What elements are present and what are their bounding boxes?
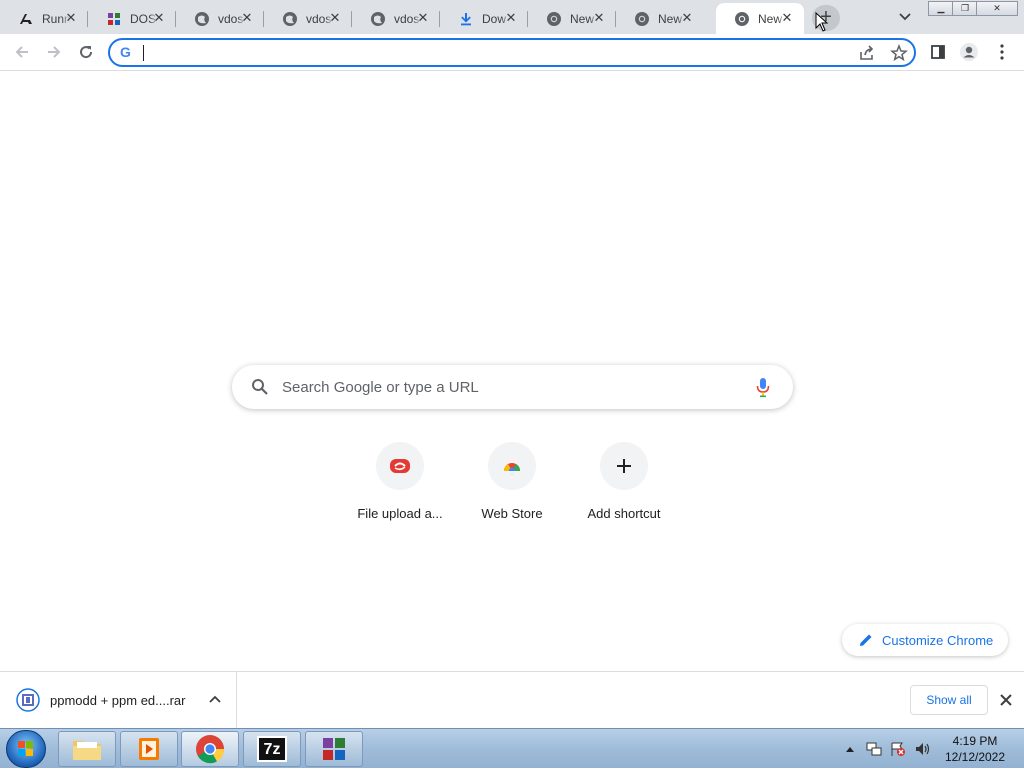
chevron-up-icon[interactable]: [208, 693, 222, 707]
chrome-icon: [734, 11, 750, 27]
clock[interactable]: 4:19 PM 12/12/2022: [936, 733, 1014, 765]
reload-icon: [80, 46, 93, 59]
shortcut-label: File upload a...: [357, 506, 443, 521]
tab-runner[interactable]: Runn ✕: [0, 3, 88, 34]
tab-search-button[interactable]: [895, 8, 915, 26]
profile-button[interactable]: [959, 42, 979, 62]
web-store-icon: [503, 463, 521, 475]
chrome-icon: [196, 735, 225, 764]
chrome-icon: [546, 11, 562, 27]
avatar-icon: [960, 43, 978, 61]
restore-button[interactable]: ❐: [952, 1, 978, 16]
tab-vdos-3[interactable]: vdos ✕: [352, 3, 440, 34]
tab-strip: Runn ✕ DOS ✕ vdos ✕ vdos ✕ vdos ✕ Dow ✕ …: [0, 0, 1024, 34]
media-player-icon: [139, 738, 159, 760]
kebab-menu-icon: [1000, 44, 1004, 60]
close-icon[interactable]: ✕: [152, 11, 166, 25]
tab-new-2[interactable]: New ✕: [616, 3, 704, 34]
windows-logo-icon: [18, 741, 33, 756]
microphone-icon[interactable]: [755, 376, 771, 398]
taskbar: 7z 4:19 PM 12/12/2022: [0, 728, 1024, 768]
back-button[interactable]: [12, 42, 32, 62]
close-icon[interactable]: ✕: [780, 11, 794, 25]
dosbox-icon: [323, 738, 345, 760]
download-filename: ppmodd + ppm ed....rar: [50, 692, 186, 708]
google-g-icon: G: [120, 44, 131, 60]
reload-button[interactable]: [76, 42, 96, 62]
tab-vdos-2[interactable]: vdos ✕: [264, 3, 352, 34]
close-icon[interactable]: ✕: [504, 11, 518, 25]
close-icon[interactable]: ✕: [416, 11, 430, 25]
toolbar: G: [0, 34, 1024, 71]
tab-vdos-1[interactable]: vdos ✕: [176, 3, 264, 34]
bookmark-star-icon[interactable]: [890, 43, 908, 62]
close-icon[interactable]: ✕: [328, 11, 342, 25]
text-caret: [143, 45, 144, 61]
download-icon: [458, 11, 474, 27]
close-icon[interactable]: ✕: [240, 11, 254, 25]
runner-icon: [18, 11, 34, 27]
shortcut-add[interactable]: Add shortcut: [568, 442, 680, 532]
tab-new-1[interactable]: New ✕: [528, 3, 616, 34]
shortcut-tile: [600, 442, 648, 490]
shortcut-tile: [376, 442, 424, 490]
close-icon[interactable]: ✕: [592, 11, 606, 25]
close-icon[interactable]: [999, 693, 1013, 707]
globe-icon: [194, 11, 210, 27]
taskbar-chrome[interactable]: [181, 731, 239, 767]
forward-button[interactable]: [44, 42, 64, 62]
omnibox-input[interactable]: [142, 43, 842, 62]
ntp-search-input[interactable]: [282, 376, 742, 398]
side-panel-button[interactable]: [928, 42, 948, 62]
forward-arrow-icon: [48, 46, 61, 58]
tab-download[interactable]: Dow ✕: [440, 3, 528, 34]
shortcut-label: Web Store: [481, 506, 543, 521]
close-icon[interactable]: ✕: [64, 11, 78, 25]
shortcut-label: Add shortcut: [587, 506, 661, 521]
shortcut-web-store[interactable]: Web Store: [456, 442, 568, 532]
sevenzip-icon: 7z: [257, 736, 287, 762]
show-all-button[interactable]: Show all: [910, 685, 988, 715]
address-bar[interactable]: G: [108, 38, 916, 67]
clock-time: 4:19 PM: [952, 734, 998, 748]
tray-expand-icon[interactable]: [845, 745, 855, 753]
ntp-search-box[interactable]: [232, 365, 793, 409]
taskbar-dosbox[interactable]: [305, 731, 363, 767]
close-icon[interactable]: ✕: [680, 11, 694, 25]
close-window-button[interactable]: ✕: [976, 1, 1018, 16]
start-button[interactable]: [6, 730, 46, 768]
taskbar-explorer[interactable]: [58, 731, 116, 767]
download-item[interactable]: ppmodd + ppm ed....rar: [0, 672, 237, 728]
globe-icon: [282, 11, 298, 27]
taskbar-7zip[interactable]: 7z: [243, 731, 301, 767]
network-icon[interactable]: [866, 741, 882, 757]
globe-icon: [370, 11, 386, 27]
shortcut-tile: [488, 442, 536, 490]
tab-new-active[interactable]: New ✕: [716, 3, 804, 34]
volume-icon[interactable]: [914, 741, 932, 757]
side-panel-icon: [931, 45, 945, 59]
chrome-icon: [634, 11, 650, 27]
share-icon[interactable]: [858, 44, 876, 62]
archive-file-icon: [16, 688, 40, 712]
download-shelf: ppmodd + ppm ed....rar Show all: [0, 671, 1024, 728]
menu-button[interactable]: [992, 42, 1012, 62]
customize-chrome-button[interactable]: Customize Chrome: [842, 624, 1008, 656]
shortcut-file-upload[interactable]: File upload a...: [344, 442, 456, 532]
chevron-down-icon: [899, 13, 911, 21]
customize-label: Customize Chrome: [882, 632, 994, 648]
folder-icon: [73, 741, 101, 760]
taskbar-media-player[interactable]: [120, 731, 178, 767]
mouse-cursor-icon: [815, 12, 829, 32]
file-upload-icon: [390, 459, 410, 473]
tab-dosbox[interactable]: DOS ✕: [88, 3, 176, 34]
clock-date: 12/12/2022: [944, 750, 1006, 764]
action-center-icon[interactable]: [890, 741, 906, 757]
back-arrow-icon: [15, 46, 28, 58]
dosbox-icon: [106, 11, 122, 27]
plus-icon: [617, 459, 631, 473]
pencil-icon: [860, 634, 872, 646]
search-icon: [252, 379, 268, 395]
minimize-button[interactable]: ▁: [928, 1, 954, 16]
